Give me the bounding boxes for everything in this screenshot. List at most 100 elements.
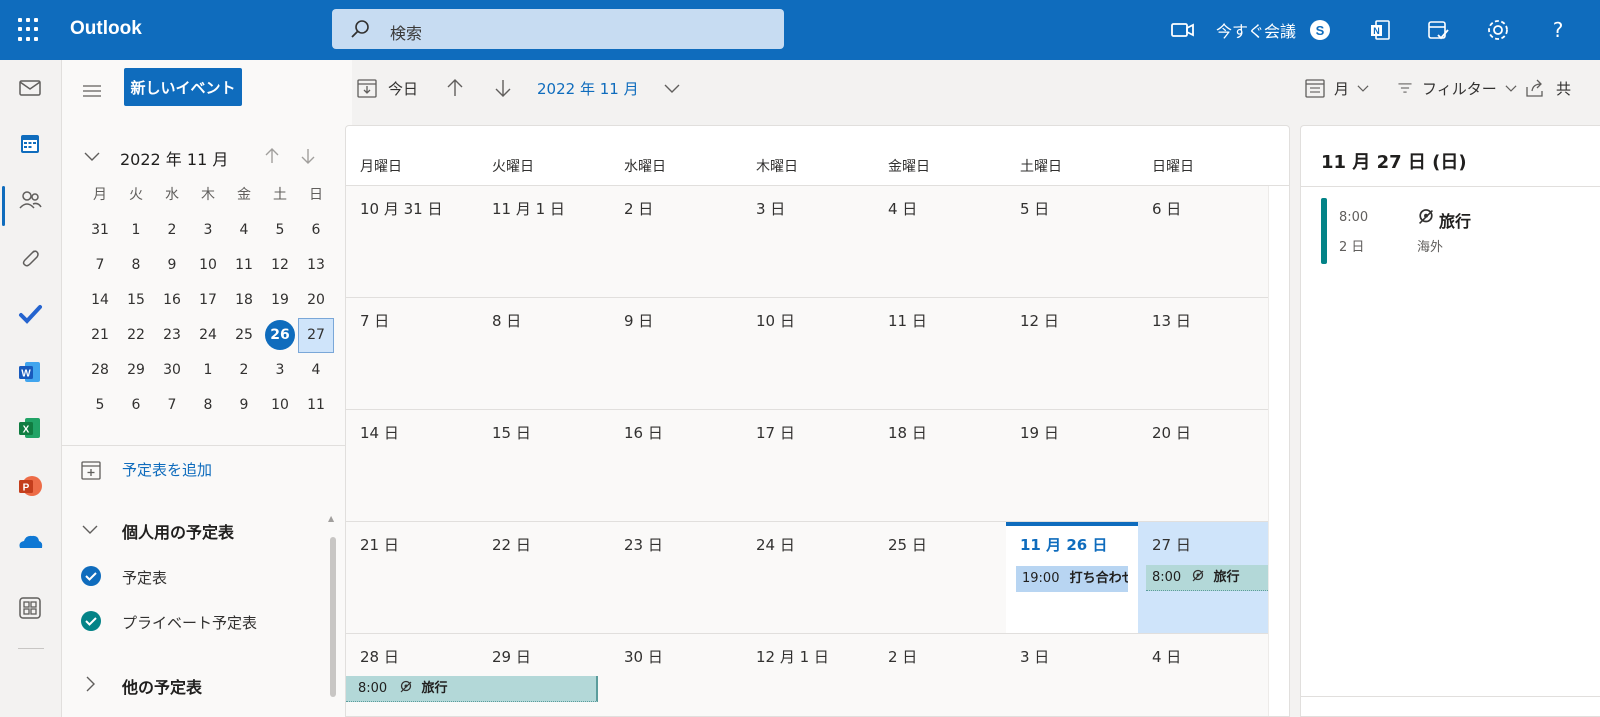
mini-day[interactable]: 11: [226, 248, 262, 283]
day-cell[interactable]: 21 日: [346, 522, 478, 633]
mini-day[interactable]: 5: [262, 213, 298, 248]
mini-day[interactable]: 19: [262, 283, 298, 318]
day-cell[interactable]: 17 日: [742, 410, 874, 521]
add-calendar-button[interactable]: 予定表を追加: [80, 455, 340, 487]
more-apps-icon[interactable]: [14, 592, 46, 624]
mini-day[interactable]: 8: [190, 388, 226, 423]
date-range-picker[interactable]: 2022 年 11 月: [537, 74, 683, 102]
mini-day[interactable]: 7: [82, 248, 118, 283]
mini-day[interactable]: 10: [262, 388, 298, 423]
mini-day[interactable]: 14: [82, 283, 118, 318]
meet-now-button[interactable]: 今すぐ会議: [1216, 18, 1296, 42]
mini-day[interactable]: 29: [118, 353, 154, 388]
mini-day[interactable]: 16: [154, 283, 190, 318]
calendar-item[interactable]: プライベート予定表: [80, 607, 330, 637]
day-cell[interactable]: 14 日: [346, 410, 478, 521]
calendar-event-trip[interactable]: 8:00 旅行: [1146, 565, 1270, 591]
mini-day[interactable]: 21: [82, 318, 118, 353]
day-cell[interactable]: 22 日: [478, 522, 610, 633]
mini-day[interactable]: 18: [226, 283, 262, 318]
day-cell[interactable]: 2 日: [874, 634, 1006, 716]
day-cell[interactable]: 20 日: [1138, 410, 1270, 521]
mini-day[interactable]: 28: [82, 353, 118, 388]
day-cell[interactable]: 12 月 1 日: [742, 634, 874, 716]
day-cell[interactable]: 12 日: [1006, 298, 1138, 409]
word-icon[interactable]: W: [14, 356, 46, 388]
excel-icon[interactable]: X: [14, 412, 46, 444]
day-cell[interactable]: 18 日: [874, 410, 1006, 521]
checked-circle-icon[interactable]: [80, 565, 102, 587]
day-cell[interactable]: 3 日: [1006, 634, 1138, 716]
scroll-up-arrow-icon[interactable]: ▲: [328, 514, 334, 523]
day-cell[interactable]: 15 日: [478, 410, 610, 521]
day-cell[interactable]: 16 日: [610, 410, 742, 521]
day-cell-today[interactable]: 11 月 26 日 19:00 打ち合わせ: [1006, 522, 1138, 633]
mini-calendar-title[interactable]: 2022 年 11 月: [120, 146, 228, 170]
mini-day[interactable]: 7: [154, 388, 190, 423]
mini-day[interactable]: 4: [226, 213, 262, 248]
filter-button[interactable]: フィルター: [1396, 74, 1519, 102]
mini-day-today[interactable]: 26: [262, 318, 298, 353]
mini-day[interactable]: 4: [298, 353, 334, 388]
day-cell[interactable]: 23 日: [610, 522, 742, 633]
day-cell[interactable]: 8 日: [478, 298, 610, 409]
onenote-feed-icon[interactable]: N: [1366, 16, 1394, 44]
settings-gear-icon[interactable]: [1484, 16, 1512, 44]
mini-day[interactable]: 13: [298, 248, 334, 283]
people-icon[interactable]: [14, 184, 46, 216]
mini-day[interactable]: 30: [154, 353, 190, 388]
mini-day[interactable]: 24: [190, 318, 226, 353]
mini-day[interactable]: 31: [82, 213, 118, 248]
day-cell[interactable]: 30 日: [610, 634, 742, 716]
mini-day[interactable]: 2: [154, 213, 190, 248]
app-launcher-icon[interactable]: [18, 18, 42, 42]
day-cell[interactable]: 24 日: [742, 522, 874, 633]
mini-day[interactable]: 23: [154, 318, 190, 353]
day-cell[interactable]: 4 日: [1138, 634, 1270, 716]
arrow-down-icon[interactable]: [298, 146, 318, 166]
view-switcher[interactable]: 月: [1304, 74, 1371, 102]
mini-day[interactable]: 17: [190, 283, 226, 318]
day-cell[interactable]: 13 日: [1138, 298, 1270, 409]
mini-day[interactable]: 8: [118, 248, 154, 283]
mini-day-selected[interactable]: 27: [298, 318, 334, 353]
day-cell[interactable]: 3 日: [742, 186, 874, 297]
mini-day[interactable]: 10: [190, 248, 226, 283]
share-button[interactable]: 共: [1524, 74, 1571, 102]
powerpoint-icon[interactable]: P: [14, 470, 46, 502]
mini-day[interactable]: 9: [154, 248, 190, 283]
mail-icon[interactable]: [14, 72, 46, 104]
day-cell-selected[interactable]: 27 日 8:00 旅行: [1138, 522, 1270, 633]
arrow-up-icon[interactable]: [262, 146, 282, 166]
mini-day[interactable]: 25: [226, 318, 262, 353]
new-event-button[interactable]: 新しいイベント: [124, 68, 242, 106]
mini-day[interactable]: 3: [262, 353, 298, 388]
mini-day[interactable]: 15: [118, 283, 154, 318]
search-placeholder[interactable]: 検索: [390, 20, 422, 44]
other-calendars-group[interactable]: 他の予定表: [80, 670, 330, 700]
todo-icon[interactable]: [14, 298, 46, 330]
day-cell[interactable]: 19 日: [1006, 410, 1138, 521]
sidebar-scrollbar[interactable]: [330, 537, 336, 697]
day-cell[interactable]: 9 日: [610, 298, 742, 409]
day-cell[interactable]: 10 日: [742, 298, 874, 409]
agenda-event-title[interactable]: 旅行: [1439, 208, 1471, 232]
attachment-icon[interactable]: [14, 242, 46, 274]
mini-day[interactable]: 9: [226, 388, 262, 423]
day-cell[interactable]: 6 日: [1138, 186, 1270, 297]
mini-day[interactable]: 1: [190, 353, 226, 388]
calendar-icon[interactable]: [14, 128, 46, 160]
search-box[interactable]: 検索: [332, 9, 784, 49]
calendar-item[interactable]: 予定表: [80, 562, 330, 592]
previous-month-button[interactable]: [444, 74, 466, 102]
day-cell[interactable]: 2 日: [610, 186, 742, 297]
calendar-event-trip[interactable]: 8:00 旅行: [346, 676, 598, 702]
day-cell[interactable]: 11 月 1 日: [478, 186, 610, 297]
calendar-event-meeting[interactable]: 19:00 打ち合わせ: [1016, 566, 1128, 592]
next-month-button[interactable]: [492, 74, 514, 102]
day-cell[interactable]: 10 月 31 日: [346, 186, 478, 297]
mini-day[interactable]: 22: [118, 318, 154, 353]
onedrive-icon[interactable]: [14, 526, 46, 558]
app-name[interactable]: Outlook: [70, 18, 142, 40]
mini-day[interactable]: 11: [298, 388, 334, 423]
